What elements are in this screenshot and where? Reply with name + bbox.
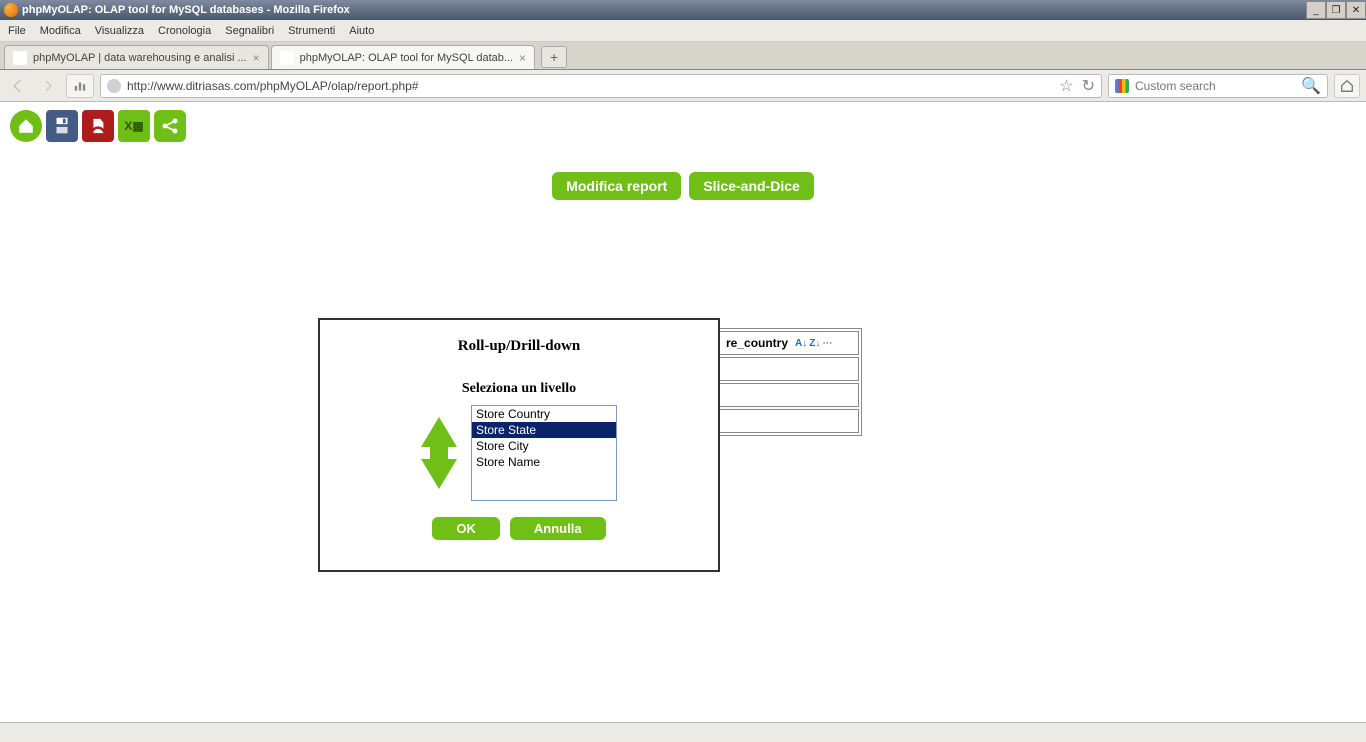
home-button[interactable] bbox=[1334, 74, 1360, 98]
tab-close-icon[interactable]: × bbox=[253, 51, 260, 65]
back-arrow-icon bbox=[9, 77, 27, 95]
column-header-label: re_country bbox=[726, 336, 788, 350]
search-icon[interactable]: 🔍 bbox=[1301, 76, 1321, 96]
forward-arrow-icon bbox=[41, 79, 55, 93]
favicon-icon bbox=[280, 51, 294, 65]
column-header[interactable]: re_country A↓ Z↓ ⋯ bbox=[719, 331, 859, 355]
close-button[interactable]: ✕ bbox=[1346, 1, 1366, 19]
window-titlebar: phpMyOLAP: OLAP tool for MySQL databases… bbox=[0, 0, 1366, 20]
export-excel-button[interactable]: X▦ bbox=[118, 110, 150, 142]
rollup-arrow-up[interactable] bbox=[421, 417, 457, 447]
bookmark-star-icon[interactable]: ☆ bbox=[1059, 76, 1073, 96]
tab-close-icon[interactable]: × bbox=[519, 51, 526, 65]
window-controls: _ ❐ ✕ bbox=[1306, 1, 1366, 19]
excel-icon: X▦ bbox=[124, 119, 143, 133]
new-tab-button[interactable]: + bbox=[541, 46, 567, 68]
share-icon bbox=[160, 116, 180, 136]
sort-asc-icon[interactable]: A↓ bbox=[795, 338, 807, 349]
modify-report-button[interactable]: Modifica report bbox=[552, 172, 681, 200]
bar-chart-icon bbox=[73, 79, 87, 93]
export-pdf-button[interactable] bbox=[82, 110, 114, 142]
ok-button[interactable]: OK bbox=[432, 517, 500, 540]
search-input[interactable] bbox=[1135, 79, 1295, 93]
history-button[interactable] bbox=[66, 74, 94, 98]
urlbar[interactable]: ☆ ↻ bbox=[100, 74, 1102, 98]
minimize-button[interactable]: _ bbox=[1306, 1, 1326, 19]
action-buttons-row: Modifica report Slice-and-Dice bbox=[10, 172, 1356, 200]
menu-edit[interactable]: Modifica bbox=[40, 25, 81, 37]
tab-0[interactable]: phpMyOLAP | data warehousing e analisi .… bbox=[4, 45, 269, 69]
level-option[interactable]: Store City bbox=[472, 438, 616, 454]
dialog-subtitle: Seleziona un livello bbox=[340, 381, 698, 397]
searchbox[interactable]: 🔍 bbox=[1108, 74, 1328, 98]
app-home-button[interactable] bbox=[10, 110, 42, 142]
save-button[interactable] bbox=[46, 110, 78, 142]
report-table: re_country A↓ Z↓ ⋯ bbox=[716, 328, 862, 436]
reload-button[interactable]: ↻ bbox=[1082, 76, 1095, 96]
menu-history[interactable]: Cronologia bbox=[158, 25, 211, 37]
level-option[interactable]: Store Country bbox=[472, 406, 616, 422]
google-icon bbox=[1115, 79, 1129, 93]
app-toolbar: X▦ bbox=[10, 110, 1356, 142]
url-input[interactable] bbox=[127, 79, 1053, 93]
page-content: X▦ Modifica report Slice-and-Dice re_cou… bbox=[0, 102, 1366, 722]
sort-options-icon[interactable]: ⋯ bbox=[822, 338, 832, 349]
favicon-icon bbox=[13, 51, 27, 65]
dialog-title: Roll-up/Drill-down bbox=[340, 338, 698, 355]
firefox-icon bbox=[4, 3, 18, 17]
status-bar bbox=[0, 722, 1366, 742]
menu-tools[interactable]: Strumenti bbox=[288, 25, 335, 37]
share-button[interactable] bbox=[154, 110, 186, 142]
table-cell bbox=[719, 357, 859, 381]
drilldown-arrow-down[interactable] bbox=[421, 459, 457, 489]
tab-label: phpMyOLAP | data warehousing e analisi .… bbox=[33, 52, 247, 64]
tab-1[interactable]: phpMyOLAP: OLAP tool for MySQL datab... … bbox=[271, 45, 535, 69]
home-icon bbox=[17, 117, 35, 135]
tabstrip: phpMyOLAP | data warehousing e analisi .… bbox=[0, 42, 1366, 70]
level-option[interactable]: Store State bbox=[472, 422, 616, 438]
menu-help[interactable]: Aiuto bbox=[349, 25, 374, 37]
urlbar-row: ☆ ↻ 🔍 bbox=[0, 70, 1366, 102]
menu-bookmarks[interactable]: Segnalibri bbox=[225, 25, 274, 37]
back-button[interactable] bbox=[6, 74, 30, 98]
window-title: phpMyOLAP: OLAP tool for MySQL databases… bbox=[22, 4, 350, 16]
table-cell bbox=[719, 409, 859, 433]
home-icon bbox=[1340, 79, 1354, 93]
table-cell bbox=[719, 383, 859, 407]
level-listbox[interactable]: Store Country Store State Store City Sto… bbox=[471, 405, 617, 501]
menu-file[interactable]: File bbox=[8, 25, 26, 37]
pdf-icon bbox=[88, 116, 108, 136]
globe-icon bbox=[107, 79, 121, 93]
tab-label: phpMyOLAP: OLAP tool for MySQL datab... bbox=[300, 52, 513, 64]
floppy-disk-icon bbox=[51, 115, 73, 137]
menu-view[interactable]: Visualizza bbox=[95, 25, 144, 37]
forward-button[interactable] bbox=[36, 74, 60, 98]
sort-desc-icon[interactable]: Z↓ bbox=[809, 338, 820, 349]
cancel-button[interactable]: Annulla bbox=[510, 517, 606, 540]
slice-and-dice-button[interactable]: Slice-and-Dice bbox=[689, 172, 813, 200]
maximize-button[interactable]: ❐ bbox=[1326, 1, 1346, 19]
rollup-dialog: Roll-up/Drill-down Seleziona un livello … bbox=[318, 318, 720, 572]
level-option[interactable]: Store Name bbox=[472, 454, 616, 470]
menubar: File Modifica Visualizza Cronologia Segn… bbox=[0, 20, 1366, 42]
